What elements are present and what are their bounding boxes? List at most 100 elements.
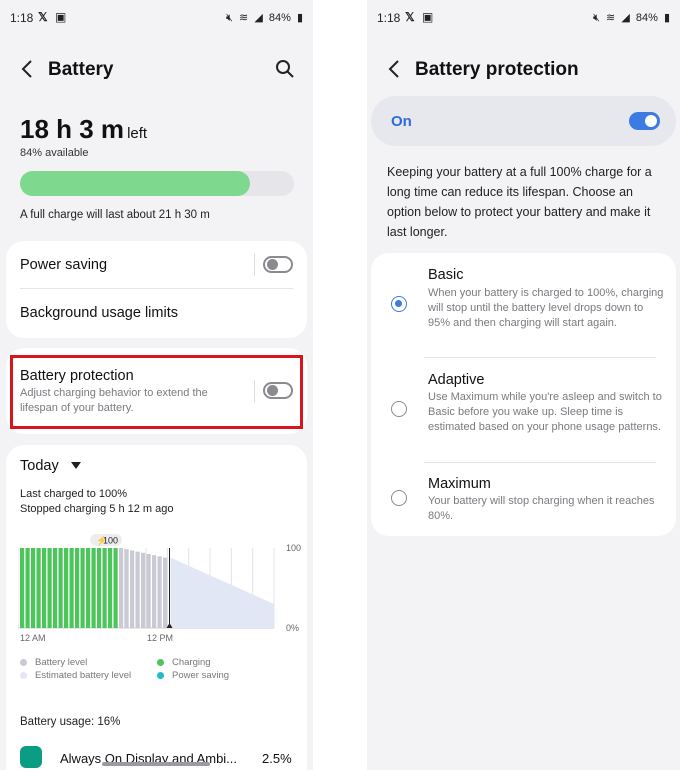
charging-bar [80,548,85,628]
estimated-battery-area [170,557,274,628]
legend-dot-estimated [20,672,27,679]
system-icons: 🔇︎ ≋ ◢ 84% ▮ [590,11,670,25]
settings-card: Power saving Background usage limits [6,241,307,338]
legend-battery-level: Battery level [35,657,88,668]
charging-bar [64,548,69,628]
time-left-value: 18 h 3 m [20,114,125,144]
protection-options: Basic When your battery is charged to 10… [371,253,676,536]
power-saving-toggle[interactable] [263,256,293,273]
always-on-display-app-icon [20,746,42,768]
dropdown-arrow-icon[interactable] [71,462,81,470]
stopped-charging: Stopped charging 5 h 12 m ago [20,503,174,515]
wifi-icon: ≋ [606,12,616,24]
battery-level-bar [20,171,294,196]
battery-percent: 84% [635,12,658,24]
battery-level-fill [20,171,251,196]
back-icon[interactable] [385,58,405,80]
full-charge-estimate: A full charge will last about 21 h 30 m [20,209,210,221]
battery-screen: 1:18 𝕏 ▣ 🔇︎ ≋ ◢ 84% ▮ Battery 18 h 3 m le… [0,0,313,770]
notification-icons: 𝕏 ▣ [405,10,435,24]
search-icon[interactable] [275,59,295,79]
battery-level-bar [157,556,162,628]
battery-level-bar [141,552,146,628]
x-tick-label: 12 AM [20,633,46,643]
master-switch-toggle[interactable] [629,112,660,130]
status-time: 1:18 [10,11,34,25]
charging-bar [97,548,102,628]
charging-bar [113,548,118,628]
x-tick-label: 12 PM [147,633,174,643]
battery-level-bar [124,549,129,628]
charging-bar [69,548,74,628]
radio-adaptive[interactable] [391,401,407,417]
battery-level-bar [135,551,140,628]
header: Battery [18,55,295,85]
page-title: Battery [48,59,114,80]
image-icon: ▣ [55,10,69,24]
battery-level-bar [119,548,124,628]
wifi-icon: ≋ [239,12,249,24]
image-icon: ▣ [422,10,436,24]
header: Battery protection [385,55,662,85]
last-charged: Last charged to 100% [20,488,128,500]
legend-power-saving: Power saving [172,670,230,681]
battery-icon: ▮ [296,12,303,24]
back-icon[interactable] [18,58,38,80]
y-tick-label: 0% [286,623,300,633]
battery-level-bar [163,557,168,628]
status-time: 1:18 [377,11,401,25]
background-usage-limits-item[interactable]: Background usage limits [20,305,178,321]
battery-percent: 84% [268,12,291,24]
charging-bar [47,548,52,628]
charging-bar [108,548,113,628]
option-title: Maximum [428,476,491,492]
charging-bar [25,548,30,628]
option-desc: When your battery is charged to 100%, ch… [428,287,664,329]
toggle-knob [645,115,657,127]
battery-level-bar [152,555,157,628]
signal-icon: ◢ [254,12,263,24]
legend-dot-power-saving [157,672,164,679]
option-title: Adaptive [428,372,485,388]
divider [424,357,656,358]
charging-bar [86,548,91,628]
charging-bar [91,548,96,628]
legend-estimated: Estimated battery level [35,670,132,681]
master-switch-label: On [391,113,412,130]
home-indicator[interactable] [102,762,210,766]
battery-usage-total: Battery usage: 16% [20,716,121,728]
status-bar: 1:18 𝕏 ▣ 🔇︎ ≋ ◢ 84% ▮ [377,10,670,26]
period-selector[interactable]: Today [20,458,59,474]
option-title: Basic [428,267,464,283]
radio-dot [395,300,402,307]
app-usage-percent: 2.5% [262,751,292,766]
signal-icon: ◢ [621,12,630,24]
battery-icon: ▮ [663,12,670,24]
master-switch-row[interactable]: On [371,96,676,146]
x-logo-icon: 𝕏 [38,10,50,24]
option-desc: Your battery will stop charging when it … [428,495,655,522]
power-saving-label: Power saving [20,257,108,273]
charging-bar [31,548,36,628]
status-bar: 1:18 𝕏 ▣ 🔇︎ ≋ ◢ 84% ▮ [10,10,303,26]
radio-maximum[interactable] [391,490,407,506]
divider [424,462,656,463]
y-tick-label: 100 [286,543,302,553]
radio-basic[interactable] [391,296,407,312]
charging-bar [42,548,47,628]
system-icons: 🔇︎ ≋ ◢ 84% ▮ [223,11,303,25]
protection-description: Keeping your battery at a full 100% char… [387,165,652,239]
mute-icon: 🔇︎ [593,12,600,24]
divider [20,288,293,289]
charging-bar [58,548,63,628]
time-left: 18 h 3 m left [20,114,147,145]
page-title: Battery protection [415,59,579,80]
battery-available: 84% available [20,147,89,159]
highlight-box [10,355,303,429]
charging-bar [53,548,58,628]
legend-dot-battery-level [20,659,27,666]
battery-level-bar [130,550,135,628]
charging-bar [20,548,25,628]
battery-level-bar [146,554,151,628]
x-logo-icon: 𝕏 [405,10,417,24]
